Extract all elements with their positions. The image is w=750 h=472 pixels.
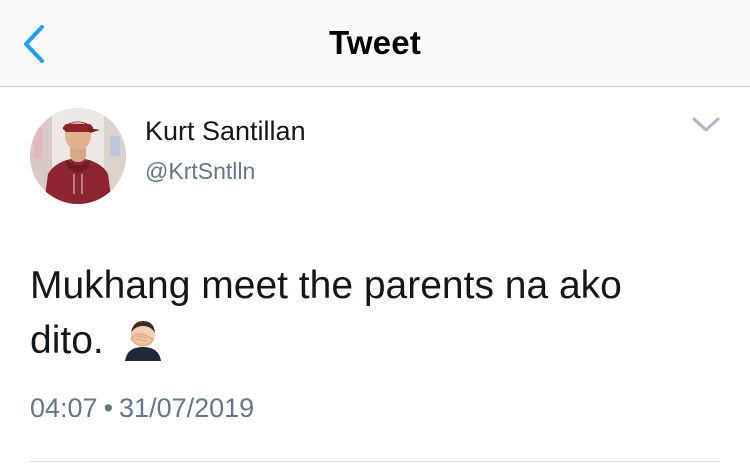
tweet-text: Mukhang meet the parents na ako dito. xyxy=(30,258,710,376)
chevron-down-icon xyxy=(692,117,720,132)
avatar[interactable] xyxy=(30,108,126,204)
tweet-text-line-2-text: dito. xyxy=(30,319,104,362)
tweet-options-button[interactable] xyxy=(688,112,724,138)
tweet-timestamp: 04:07 • 31/07/2019 xyxy=(30,393,254,424)
divider xyxy=(30,461,720,462)
author-name[interactable]: Kurt Santillan xyxy=(145,116,306,147)
tweet-text-line-1: Mukhang meet the parents na ako xyxy=(30,264,622,307)
author-handle[interactable]: @KrtSntlln xyxy=(145,158,255,185)
tweet-text-line-2: dito. xyxy=(30,313,710,376)
avatar-photo xyxy=(30,108,126,204)
meta-separator: • xyxy=(103,393,114,423)
tweet-time: 04:07 xyxy=(30,393,98,423)
navigation-bar: Tweet xyxy=(0,0,750,87)
tweet-date: 31/07/2019 xyxy=(119,393,255,423)
page-title: Tweet xyxy=(328,24,422,61)
face-palm-emoji xyxy=(121,317,165,376)
